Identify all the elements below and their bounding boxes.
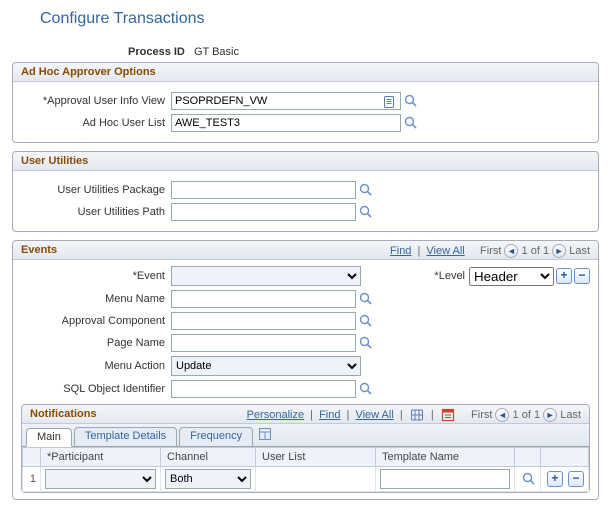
sql-input[interactable] (171, 380, 356, 398)
notif-personalize-link[interactable]: Personalize (247, 409, 304, 421)
doc-icon[interactable] (382, 95, 396, 109)
approval-view-label: *Approval User Info View (21, 95, 171, 107)
userutil-pkg-label: User Utilities Package (21, 184, 171, 196)
level-label: *Level (434, 270, 465, 282)
adhoc-userlist-input[interactable] (171, 114, 401, 132)
add-row-button[interactable]: + (556, 268, 572, 284)
add-row-button[interactable]: + (547, 471, 563, 487)
lookup-icon[interactable] (359, 183, 373, 197)
lookup-icon[interactable] (359, 336, 373, 350)
next-icon[interactable]: ► (543, 408, 557, 422)
lookup-icon[interactable] (359, 382, 373, 396)
lookup-icon[interactable] (359, 314, 373, 328)
events-find-link[interactable]: Find (390, 245, 411, 257)
notif-first-link[interactable]: First (471, 409, 492, 421)
prev-icon[interactable]: ◄ (504, 244, 518, 258)
download-icon[interactable] (410, 408, 424, 422)
process-id-value: GT Basic (194, 46, 239, 58)
menuname-input[interactable] (171, 290, 356, 308)
delete-row-button[interactable]: − (568, 471, 584, 487)
events-last-link[interactable]: Last (569, 245, 590, 257)
notif-viewall-link[interactable]: View All (355, 409, 393, 421)
userutil-section: User Utilities User Utilities Package Us… (12, 151, 599, 232)
channel-select[interactable]: Both (165, 469, 251, 489)
menuaction-select[interactable]: Update (171, 356, 361, 376)
adhoc-section: Ad Hoc Approver Options *Approval User I… (12, 62, 599, 143)
notif-grid: *Participant Channel User List Template … (22, 447, 589, 492)
col-userlist[interactable]: User List (256, 448, 376, 467)
notif-last-link[interactable]: Last (560, 409, 581, 421)
userutil-path-input[interactable] (171, 203, 356, 221)
events-first-link[interactable]: First (480, 245, 501, 257)
userlist-cell (256, 467, 376, 492)
sql-label: SQL Object Identifier (21, 383, 171, 395)
userutil-pkg-input[interactable] (171, 181, 356, 199)
adhoc-header: Ad Hoc Approver Options (13, 63, 598, 82)
menuname-label: Menu Name (21, 293, 171, 305)
tab-frequency[interactable]: Frequency (179, 427, 253, 446)
level-select[interactable]: Header (469, 267, 554, 286)
lookup-icon[interactable] (404, 94, 418, 108)
process-id-row: Process ID GT Basic (12, 46, 599, 58)
events-count: 1 of 1 (522, 245, 550, 257)
table-row: 1 Both + − (23, 467, 589, 492)
pagename-input[interactable] (171, 334, 356, 352)
page-title: Configure Transactions (40, 10, 599, 28)
component-input[interactable] (171, 312, 356, 330)
col-participant[interactable]: *Participant (41, 448, 161, 467)
lookup-icon[interactable] (404, 116, 418, 130)
userutil-path-label: User Utilities Path (21, 206, 171, 218)
tab-main[interactable]: Main (26, 428, 72, 447)
pagename-label: Page Name (21, 337, 171, 349)
col-template[interactable]: Template Name (376, 448, 515, 467)
component-label: Approval Component (21, 315, 171, 327)
lookup-icon[interactable] (359, 292, 373, 306)
event-select[interactable] (171, 266, 361, 286)
userutil-header: User Utilities (13, 152, 598, 171)
lookup-icon[interactable] (522, 472, 536, 486)
zoom-icon[interactable] (441, 408, 455, 422)
events-section: Events Find | View All First ◄ 1 of 1 ► … (12, 240, 599, 500)
notif-find-link[interactable]: Find (319, 409, 340, 421)
notif-count: 1 of 1 (513, 409, 541, 421)
notifications-header: Notifications Personalize | Find | View … (22, 405, 589, 424)
notif-tabs: Main Template Details Frequency (22, 424, 589, 447)
delete-row-button[interactable]: − (574, 268, 590, 284)
template-input[interactable] (380, 469, 510, 489)
col-channel[interactable]: Channel (161, 448, 256, 467)
event-label: *Event (21, 270, 171, 282)
row-number: 1 (23, 467, 41, 492)
next-icon[interactable]: ► (552, 244, 566, 258)
tab-template-details[interactable]: Template Details (74, 427, 177, 446)
lookup-icon[interactable] (359, 205, 373, 219)
process-id-label: Process ID (128, 46, 185, 58)
events-header: Events Find | View All First ◄ 1 of 1 ► … (13, 241, 598, 260)
show-all-columns-icon[interactable] (259, 428, 273, 442)
approval-view-input[interactable] (171, 92, 401, 110)
events-viewall-link[interactable]: View All (426, 245, 464, 257)
notifications-section: Notifications Personalize | Find | View … (21, 404, 590, 493)
prev-icon[interactable]: ◄ (495, 408, 509, 422)
participant-select[interactable] (45, 469, 156, 489)
adhoc-userlist-label: Ad Hoc User List (21, 117, 171, 129)
menuaction-label: Menu Action (21, 360, 171, 372)
